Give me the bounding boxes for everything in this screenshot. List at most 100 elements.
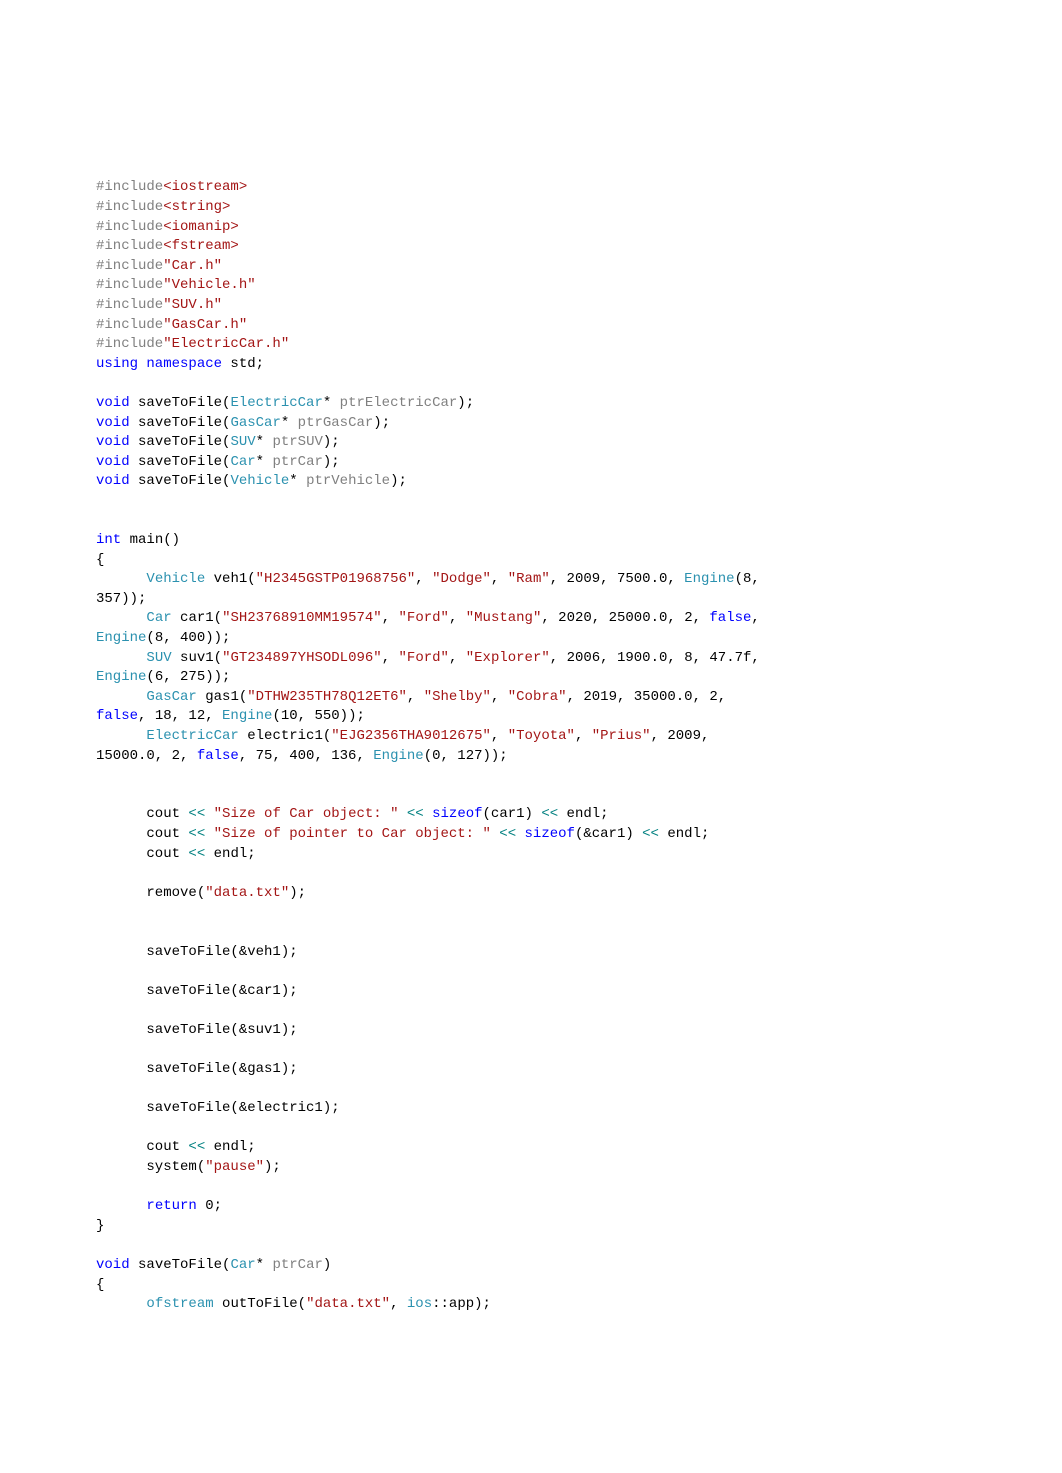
code-token — [424, 806, 432, 822]
code-line: 357)); — [96, 590, 966, 610]
code-token: "pause" — [205, 1159, 264, 1175]
code-line: void saveToFile(GasCar* ptrGasCar); — [96, 414, 966, 434]
code-token: Car — [230, 1257, 255, 1273]
code-token: sizeof — [525, 826, 575, 842]
code-token: ofstream — [146, 1296, 213, 1312]
code-line: false, 18, 12, Engine(10, 550)); — [96, 707, 966, 727]
code-token: * — [256, 1257, 273, 1273]
code-token: Engine — [373, 748, 423, 764]
code-token — [96, 1179, 104, 1195]
code-token: false — [709, 610, 751, 626]
code-token: <iostream> — [163, 179, 247, 195]
code-line: #include"ElectricCar.h" — [96, 335, 966, 355]
code-token: "Ford" — [399, 610, 449, 626]
code-line — [96, 1041, 966, 1061]
code-token: ::app); — [432, 1296, 491, 1312]
code-line: saveToFile(&car1); — [96, 982, 966, 1002]
code-line: return 0; — [96, 1197, 966, 1217]
code-token: , 2009, — [651, 728, 718, 744]
code-token: "data.txt" — [205, 885, 289, 901]
code-line — [96, 766, 966, 786]
code-token: void — [96, 395, 130, 411]
code-token: { — [96, 1277, 104, 1293]
code-token: , 2019, 35000.0, 2, — [567, 689, 735, 705]
code-token: cout — [96, 846, 188, 862]
code-token: system( — [96, 1159, 205, 1175]
code-token: void — [96, 454, 130, 470]
code-line — [96, 1001, 966, 1021]
code-token: cout — [96, 826, 188, 842]
code-token: "Size of pointer to Car object: " — [214, 826, 491, 842]
code-token: (car1) — [483, 806, 542, 822]
code-line: using namespace std; — [96, 355, 966, 375]
code-line: cout << endl; — [96, 845, 966, 865]
code-token — [96, 512, 104, 528]
code-line: void saveToFile(Vehicle* ptrVehicle); — [96, 472, 966, 492]
code-token: } — [96, 1218, 104, 1234]
code-token: saveToFile( — [130, 415, 231, 431]
code-token: void — [96, 415, 130, 431]
code-token — [398, 806, 406, 822]
code-line: } — [96, 1217, 966, 1237]
code-line: SUV suv1("GT234897YHSODL096", "Ford", "E… — [96, 649, 966, 669]
code-token: #include — [96, 336, 163, 352]
code-token — [96, 865, 104, 881]
code-token: false — [197, 748, 239, 764]
code-token: #include — [96, 277, 163, 293]
code-token: ); — [289, 885, 306, 901]
code-token: sizeof — [432, 806, 482, 822]
code-line: Engine(8, 400)); — [96, 629, 966, 649]
code-token: #include — [96, 297, 163, 313]
code-token: void — [96, 434, 130, 450]
code-token: "Shelby" — [424, 689, 491, 705]
code-token: "H2345GSTP01968756" — [256, 571, 416, 587]
code-line: cout << "Size of Car object: " << sizeof… — [96, 805, 966, 825]
code-line: ofstream outToFile("data.txt", ios::app)… — [96, 1295, 966, 1315]
code-token: * — [323, 395, 340, 411]
code-token — [96, 1081, 104, 1097]
code-token: "Dodge" — [432, 571, 491, 587]
code-token: "Prius" — [592, 728, 651, 744]
code-token — [96, 787, 104, 803]
code-token: "SH23768910MM19574" — [222, 610, 382, 626]
code-token: remove( — [96, 885, 205, 901]
code-token — [205, 806, 213, 822]
code-line: #include"Vehicle.h" — [96, 276, 966, 296]
code-token: #include — [96, 317, 163, 333]
code-line — [96, 1119, 966, 1139]
code-token: * — [256, 434, 273, 450]
code-token: saveToFile(&car1); — [96, 983, 298, 999]
code-token: ElectricCar — [146, 728, 238, 744]
code-line — [96, 374, 966, 394]
code-line: 15000.0, 2, false, 75, 400, 136, Engine(… — [96, 747, 966, 767]
code-token: ElectricCar — [230, 395, 322, 411]
code-token: SUV — [146, 650, 171, 666]
code-token: saveToFile(&gas1); — [96, 1061, 298, 1077]
code-token: "Explorer" — [466, 650, 550, 666]
code-token: , — [382, 610, 399, 626]
code-token: (10, 550)); — [272, 708, 364, 724]
code-token: Car — [146, 610, 171, 626]
code-token: , — [382, 650, 399, 666]
code-token — [96, 610, 146, 626]
code-token: ptrGasCar — [298, 415, 374, 431]
code-token — [96, 689, 146, 705]
code-token: , — [449, 610, 466, 626]
code-line: GasCar gas1("DTHW235TH78Q12ET6", "Shelby… — [96, 688, 966, 708]
code-token: #include — [96, 179, 163, 195]
code-token: gas1( — [197, 689, 247, 705]
code-token: , — [751, 610, 768, 626]
code-token: GasCar — [146, 689, 196, 705]
code-token: Engine — [96, 669, 146, 685]
code-token: * — [256, 454, 273, 470]
code-token: "ElectricCar.h" — [163, 336, 289, 352]
code-token: << — [188, 846, 205, 862]
code-token: (8, — [735, 571, 769, 587]
code-line: #include<string> — [96, 198, 966, 218]
code-line: cout << endl; — [96, 1138, 966, 1158]
code-line: { — [96, 1276, 966, 1296]
code-token: << — [642, 826, 659, 842]
code-token: endl; — [659, 826, 709, 842]
code-token — [205, 826, 213, 842]
code-token: "Cobra" — [508, 689, 567, 705]
